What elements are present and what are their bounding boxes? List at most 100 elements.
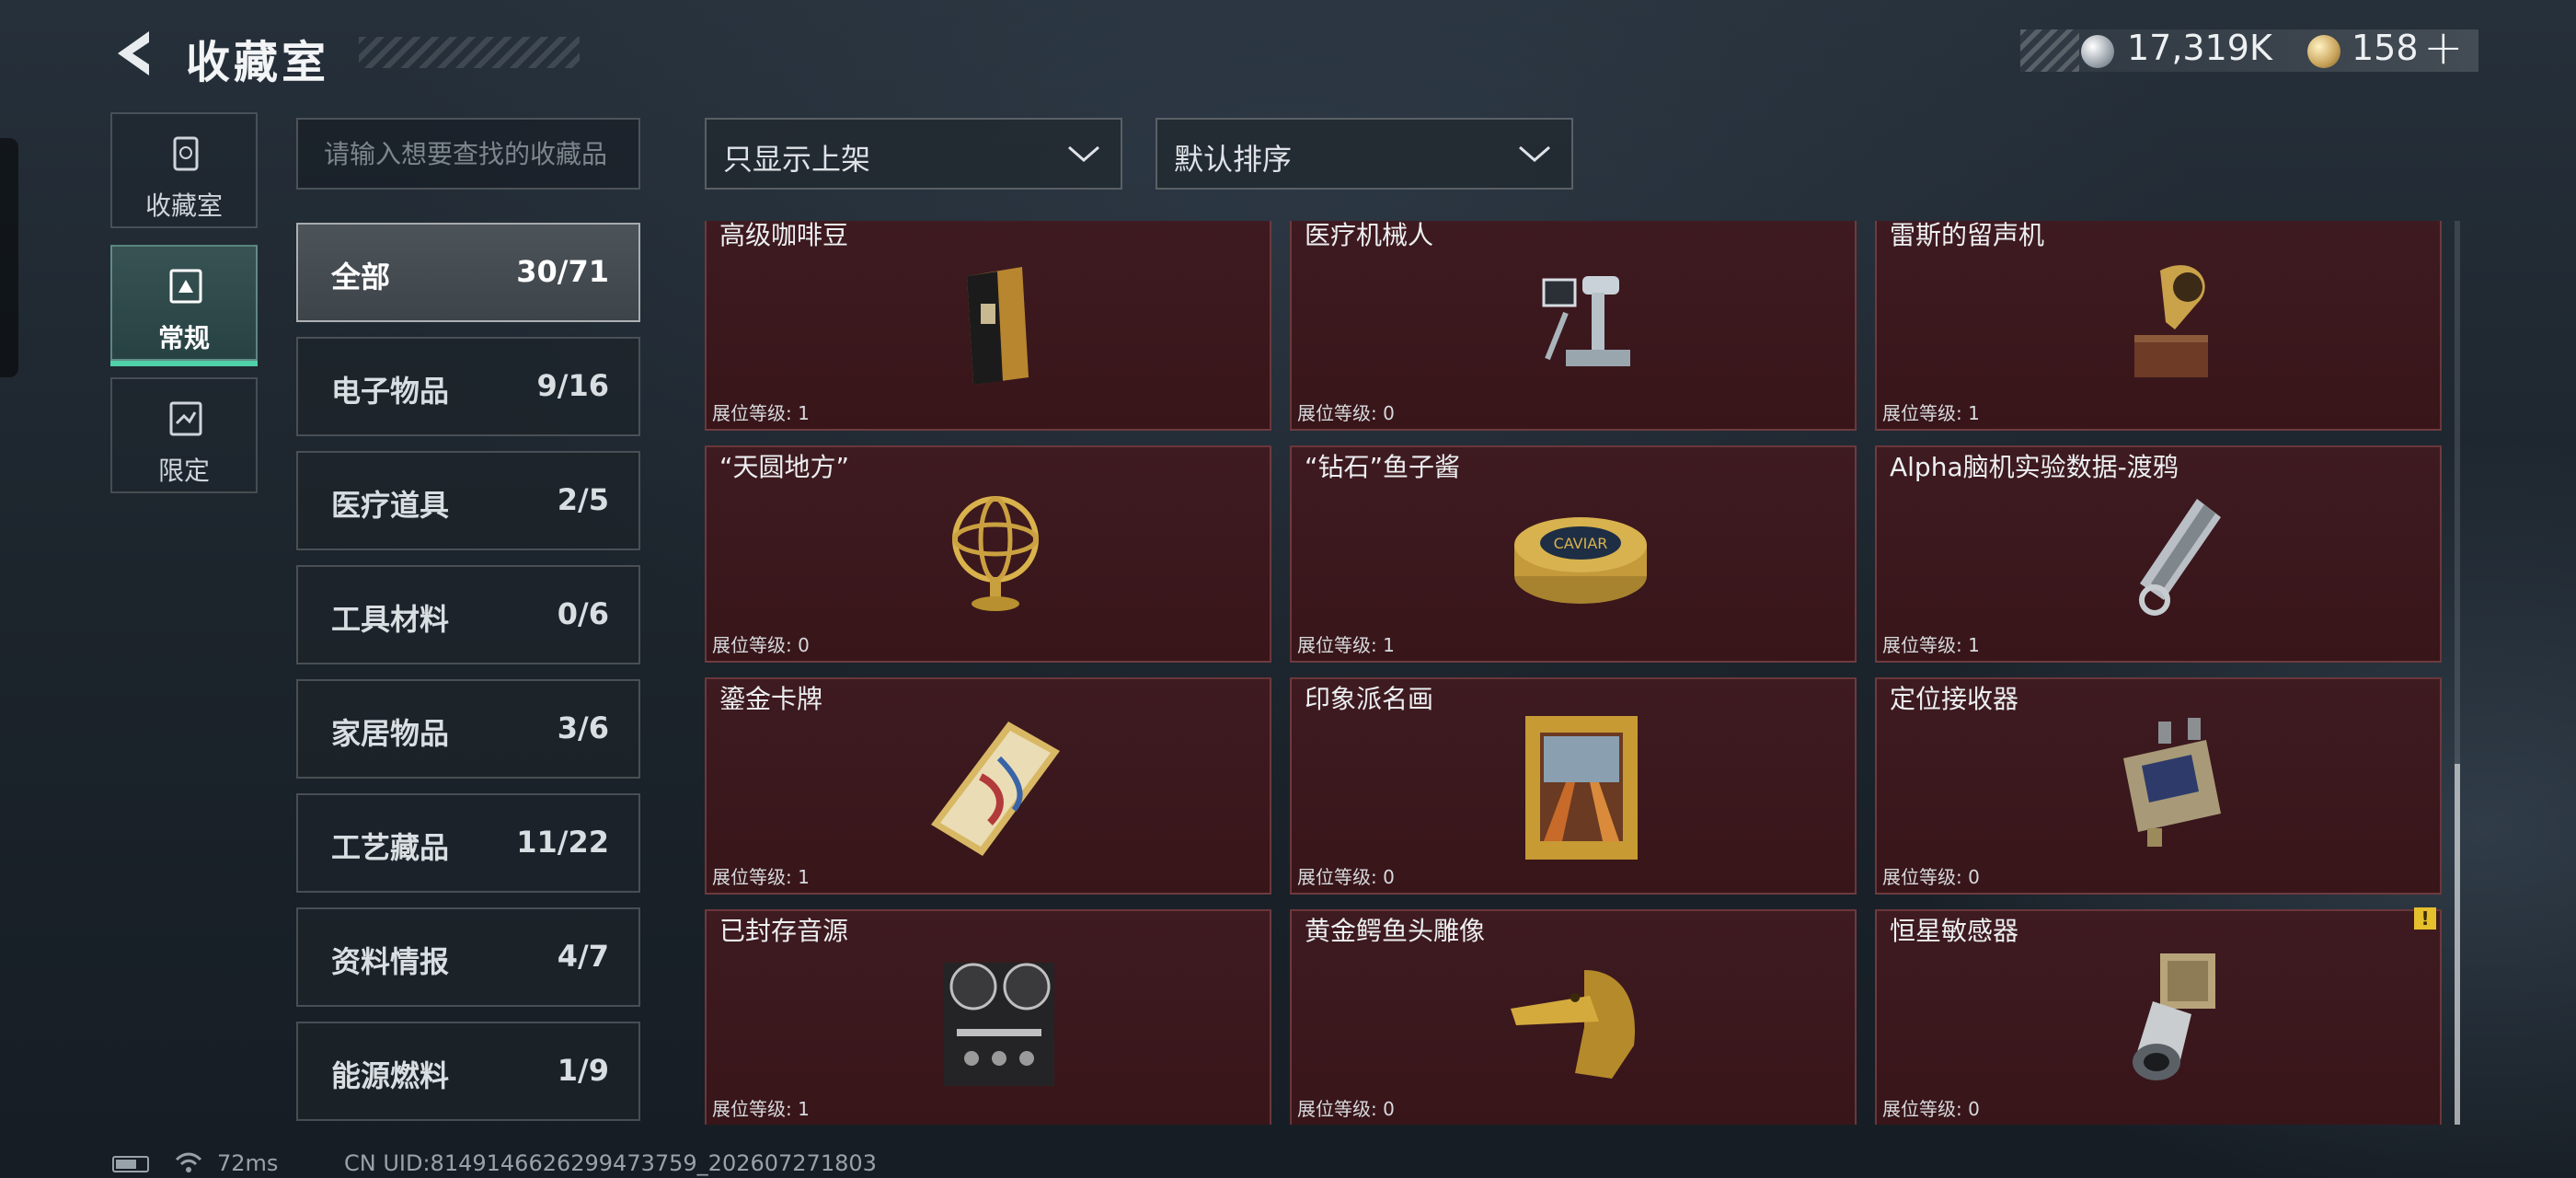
category-energy[interactable]: 能源燃料 1/9 [296,1022,640,1121]
category-tools[interactable]: 工具材料 0/6 [296,565,640,664]
category-crafts[interactable]: 工艺藏品 11/22 [296,793,640,893]
tab-limited[interactable]: 限定 [110,377,258,493]
item-name: 印象派名画 [1305,684,1434,714]
item-level: 展位等级: 0 [1297,402,1395,424]
coffee-bean-bag-icon [926,248,1064,396]
caviar-tin-label: CAVIAR [1554,535,1608,552]
item-card[interactable]: 已封存音源 展位等级: 1 [705,909,1271,1125]
gramophone-icon [2096,248,2234,396]
item-name: “钻石”鱼子酱 [1305,452,1461,482]
tab-label: 收藏室 [144,191,223,221]
item-grid: 高级咖啡豆 展位等级: 1 医疗机械人 展位等级: 0 雷斯的留声机 展位等级:… [705,221,2444,1125]
wifi-icon [175,1150,202,1174]
item-card[interactable]: 高级咖啡豆 展位等级: 1 [705,221,1271,431]
category-intel[interactable]: 资料情报 4/7 [296,907,640,1007]
limited-icon [167,399,204,438]
item-card[interactable]: 雷斯的留声机 展位等级: 1 [1875,221,2442,431]
star-sensor-icon [2096,944,2234,1091]
uid-label: CN UID:8149146626299473759_202607271803 [344,1150,877,1176]
caviar-tin-icon: CAVIAR [1511,480,1649,628]
item-card[interactable]: 鎏金卡牌 展位等级: 1 [705,677,1271,895]
item-name: 雷斯的留声机 [1890,221,2045,250]
item-level: 展位等级: 1 [1297,634,1395,656]
data-drive-icon [2096,480,2234,628]
category-count: 9/16 [536,368,609,403]
item-card[interactable]: “天圆地方” 展位等级: 0 [705,445,1271,663]
tab-label: 常规 [157,323,210,353]
item-level: 展位等级: 1 [712,1098,810,1120]
back-arrow-icon[interactable] [109,26,164,81]
gold-coin-icon [2307,35,2340,68]
item-level: 展位等级: 0 [1297,866,1395,888]
sort-dropdown[interactable]: 默认排序 [1156,118,1573,190]
item-name: 黄金鳄鱼头雕像 [1305,916,1486,946]
item-name: 定位接收器 [1890,684,2019,714]
category-electronics[interactable]: 电子物品 9/16 [296,337,640,436]
category-name: 资料情报 [331,944,450,979]
silver-currency-value: 17,319K [2127,28,2272,68]
silver-coin-icon [2081,35,2114,68]
golden-crocodile-icon [1511,944,1649,1091]
currency-decoration [2020,29,2079,72]
item-card[interactable]: 印象派名画 展位等级: 0 [1290,677,1857,895]
category-all[interactable]: 全部 30/71 [296,223,640,322]
category-count: 4/7 [557,939,609,974]
item-name: “天圆地方” [719,452,850,482]
category-name: 医疗道具 [331,488,450,523]
dropdown-value: 默认排序 [1174,142,1293,177]
locator-receiver-icon [2096,712,2234,860]
item-card[interactable]: “钻石”鱼子酱 CAVIAR 展位等级: 1 [1290,445,1857,663]
scrollbar-thumb[interactable] [2455,764,2460,1125]
category-count: 11/22 [516,825,609,860]
item-level: 展位等级: 1 [712,402,810,424]
category-count: 2/5 [557,482,609,517]
category-household[interactable]: 家居物品 3/6 [296,679,640,779]
page-title: 收藏室 [186,37,330,88]
item-card[interactable]: 黄金鳄鱼头雕像 展位等级: 0 [1290,909,1857,1125]
category-name: 电子物品 [331,374,450,409]
item-card[interactable]: 医疗机械人 展位等级: 0 [1290,221,1857,431]
medical-robot-icon [1511,248,1649,396]
category-name: 工艺藏品 [331,830,450,865]
item-name: 医疗机械人 [1305,221,1434,250]
item-card[interactable]: 恒星敏感器 ! 展位等级: 0 [1875,907,2442,1125]
tab-regular[interactable]: 常规 [110,245,258,366]
gilded-card-icon [926,712,1064,860]
category-count: 30/71 [516,254,609,289]
chevron-down-icon [1519,145,1550,162]
category-name: 工具材料 [331,602,450,637]
item-name: Alpha脑机实验数据-渡鸦 [1890,452,2179,482]
ping-label: 72ms [217,1150,279,1176]
item-level: 展位等级: 0 [1882,866,1980,888]
collection-icon [167,134,204,173]
tab-collection-room[interactable]: 收藏室 [110,112,258,228]
chevron-down-icon [1068,145,1099,162]
item-card[interactable]: 定位接收器 展位等级: 0 [1875,677,2442,895]
display-filter-dropdown[interactable]: 只显示上架 [705,118,1122,190]
item-name: 已封存音源 [719,916,849,946]
item-level: 展位等级: 1 [1882,402,1980,424]
category-name: 家居物品 [331,716,450,751]
screen-edge [0,138,18,377]
warning-badge: ! [2414,907,2436,930]
armillary-sphere-icon [926,480,1064,628]
search-input[interactable] [296,118,640,190]
category-name: 能源燃料 [331,1058,450,1093]
category-count: 3/6 [557,710,609,745]
active-tab-indicator [110,361,258,366]
category-count: 1/9 [557,1053,609,1088]
category-name: 全部 [331,260,391,294]
gold-currency-value: 158 [2352,28,2419,68]
item-name: 鎏金卡牌 [719,684,823,714]
add-currency-button[interactable]: + [2423,20,2464,75]
category-count: 0/6 [557,596,609,631]
battery-icon [112,1156,149,1172]
item-level: 展位等级: 1 [1882,634,1980,656]
category-medical[interactable]: 医疗道具 2/5 [296,451,640,550]
item-level: 展位等级: 0 [712,634,810,656]
reel-recorder-icon [926,944,1064,1091]
regular-icon [167,267,204,306]
item-card[interactable]: Alpha脑机实验数据-渡鸦 展位等级: 1 [1875,445,2442,663]
tab-label: 限定 [157,456,210,486]
dropdown-value: 只显示上架 [723,142,871,177]
